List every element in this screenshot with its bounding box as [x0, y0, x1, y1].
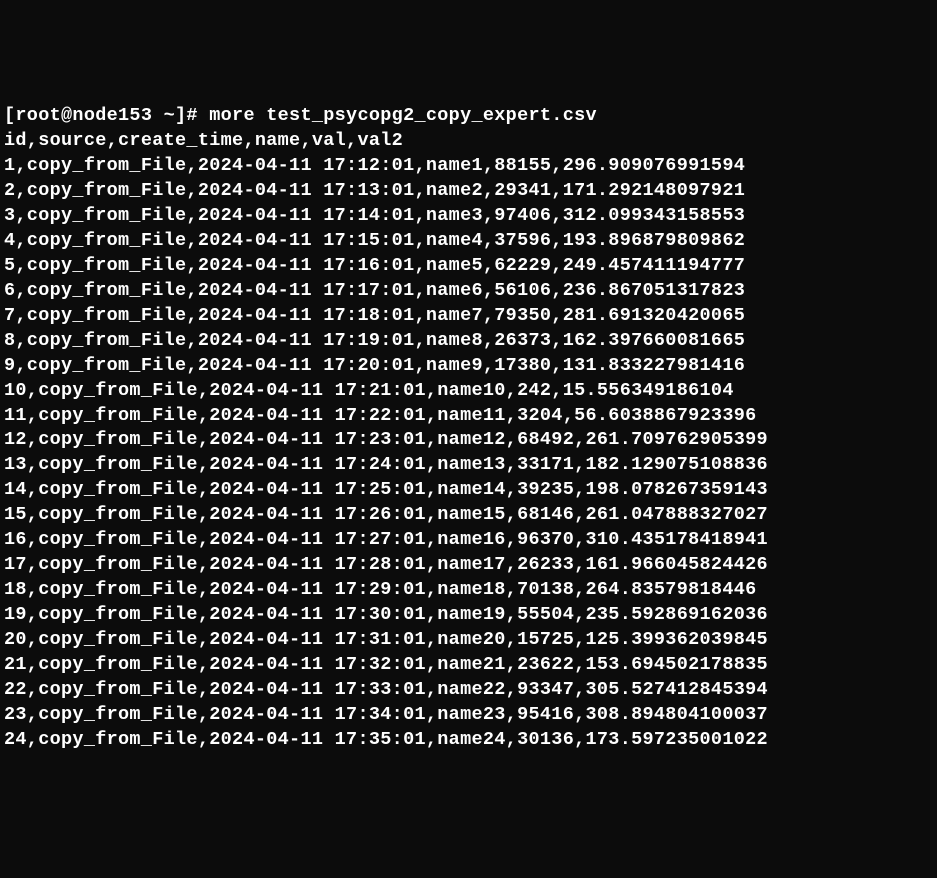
csv-data-row: 1,copy_from_File,2024-04-11 17:12:01,nam…	[4, 155, 745, 176]
csv-data-row: 9,copy_from_File,2024-04-11 17:20:01,nam…	[4, 355, 745, 376]
csv-data-row: 12,copy_from_File,2024-04-11 17:23:01,na…	[4, 429, 768, 450]
csv-data-row: 8,copy_from_File,2024-04-11 17:19:01,nam…	[4, 330, 745, 351]
csv-data-row: 10,copy_from_File,2024-04-11 17:21:01,na…	[4, 380, 734, 401]
csv-data-row: 22,copy_from_File,2024-04-11 17:33:01,na…	[4, 679, 768, 700]
csv-data-row: 3,copy_from_File,2024-04-11 17:14:01,nam…	[4, 205, 745, 226]
csv-data-row: 19,copy_from_File,2024-04-11 17:30:01,na…	[4, 604, 768, 625]
csv-data-row: 24,copy_from_File,2024-04-11 17:35:01,na…	[4, 729, 768, 750]
csv-data-row: 21,copy_from_File,2024-04-11 17:32:01,na…	[4, 654, 768, 675]
csv-data-row: 15,copy_from_File,2024-04-11 17:26:01,na…	[4, 504, 768, 525]
csv-data-row: 11,copy_from_File,2024-04-11 17:22:01,na…	[4, 405, 757, 426]
csv-header-line: id,source,create_time,name,val,val2	[4, 130, 403, 151]
csv-data-row: 17,copy_from_File,2024-04-11 17:28:01,na…	[4, 554, 768, 575]
csv-data-row: 6,copy_from_File,2024-04-11 17:17:01,nam…	[4, 280, 745, 301]
terminal-output: [root@node153 ~]# more test_psycopg2_cop…	[4, 104, 937, 753]
csv-data-row: 16,copy_from_File,2024-04-11 17:27:01,na…	[4, 529, 768, 550]
csv-data-row: 23,copy_from_File,2024-04-11 17:34:01,na…	[4, 704, 768, 725]
csv-data-row: 7,copy_from_File,2024-04-11 17:18:01,nam…	[4, 305, 745, 326]
csv-data-row: 18,copy_from_File,2024-04-11 17:29:01,na…	[4, 579, 757, 600]
csv-data-row: 13,copy_from_File,2024-04-11 17:24:01,na…	[4, 454, 768, 475]
csv-data-row: 20,copy_from_File,2024-04-11 17:31:01,na…	[4, 629, 768, 650]
csv-data-row: 4,copy_from_File,2024-04-11 17:15:01,nam…	[4, 230, 745, 251]
csv-data-row: 2,copy_from_File,2024-04-11 17:13:01,nam…	[4, 180, 745, 201]
csv-data-row: 5,copy_from_File,2024-04-11 17:16:01,nam…	[4, 255, 745, 276]
csv-data-row: 14,copy_from_File,2024-04-11 17:25:01,na…	[4, 479, 768, 500]
command-prompt-line: [root@node153 ~]# more test_psycopg2_cop…	[4, 105, 597, 126]
